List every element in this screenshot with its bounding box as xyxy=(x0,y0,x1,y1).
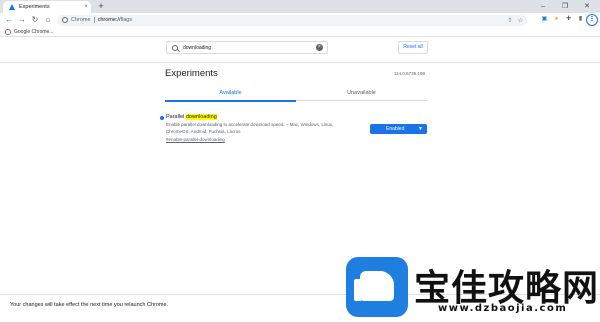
tab-strip: Experiments × + – ❐ ✕ xyxy=(0,0,600,13)
search-icon xyxy=(172,44,178,51)
chrome-menu-icon[interactable]: ⋮ xyxy=(586,14,598,26)
flags-header: downloading × Reset all xyxy=(0,37,600,63)
side-panel-icon[interactable]: ▮ xyxy=(576,15,585,24)
close-tab-icon[interactable]: × xyxy=(81,4,91,10)
screenshot-extension-icon[interactable]: ▣ xyxy=(540,15,549,24)
address-bar[interactable]: Chrome chrome:// flags ⇪ ☆ xyxy=(57,14,527,26)
home-button[interactable]: ⌂ xyxy=(42,14,54,26)
flag-name-highlight: downloading xyxy=(185,114,217,120)
close-window-button[interactable]: ✕ xyxy=(576,0,598,13)
flag-name: Parallel downloading xyxy=(166,114,217,120)
version-label: 114.0.5735.199 xyxy=(394,71,425,76)
new-tab-button[interactable]: + xyxy=(96,1,106,11)
flag-permalink[interactable]: #enable-parallel-downloading xyxy=(166,137,225,142)
omnibox-actions: ⇪ ☆ xyxy=(508,15,523,26)
page-title: Experiments xyxy=(165,68,218,79)
flags-tabs: Available Unavailable xyxy=(165,86,428,102)
flag-description: Enable parallel downloading to accelerat… xyxy=(166,122,334,134)
forward-button[interactable]: → xyxy=(16,14,28,26)
flask-icon xyxy=(9,4,15,10)
browser-toolbar: ← → ↻ ⌂ Chrome chrome:// flags ⇪ ☆ ▣ ● ✚… xyxy=(0,13,600,27)
flag-state-select[interactable]: Enabled ▼ xyxy=(370,124,427,134)
clear-search-icon[interactable]: × xyxy=(316,44,323,51)
google-icon xyxy=(5,28,11,35)
extensions-puzzle-icon[interactable]: ✚ xyxy=(564,15,573,24)
bookmark-star-icon[interactable]: ☆ xyxy=(518,17,523,24)
back-button[interactable]: ← xyxy=(3,14,15,26)
flag-state-value: Enabled xyxy=(386,126,405,132)
flag-name-prefix: Parallel xyxy=(166,114,186,120)
relaunch-message: Your changes will take effect the next t… xyxy=(10,302,169,308)
url-path: flags xyxy=(120,17,133,23)
thumbs-up-logo-icon xyxy=(346,257,408,317)
bulb-extension-icon[interactable]: ● xyxy=(552,15,561,24)
maximize-button[interactable]: ❐ xyxy=(554,0,576,13)
share-icon[interactable]: ⇪ xyxy=(508,17,513,24)
tab-available[interactable]: Available xyxy=(165,86,296,102)
modified-indicator xyxy=(160,116,164,120)
chrome-site-icon xyxy=(62,17,68,23)
chevron-down-icon: ▼ xyxy=(418,126,423,132)
reset-all-button[interactable]: Reset all xyxy=(398,41,428,54)
divider xyxy=(93,17,95,23)
search-flags-input[interactable]: downloading × xyxy=(166,41,328,54)
bookmark-google-chrome[interactable]: Google Chrome... xyxy=(14,29,53,35)
search-query[interactable]: downloading xyxy=(183,45,316,51)
reload-button[interactable]: ↻ xyxy=(29,14,41,26)
watermark: 宝佳攻略网 www.dzbaojia.com xyxy=(346,257,600,322)
tab-experiments[interactable]: Experiments × xyxy=(3,1,91,13)
watermark-url: www.dzbaojia.com xyxy=(438,303,568,314)
url-host: chrome:// xyxy=(97,17,121,23)
bookmarks-bar: Google Chrome... xyxy=(0,27,600,37)
tab-title: Experiments xyxy=(19,4,50,10)
minimize-button[interactable]: – xyxy=(532,0,554,13)
tab-unavailable[interactable]: Unavailable xyxy=(296,86,427,101)
scheme-label: Chrome xyxy=(71,17,91,23)
